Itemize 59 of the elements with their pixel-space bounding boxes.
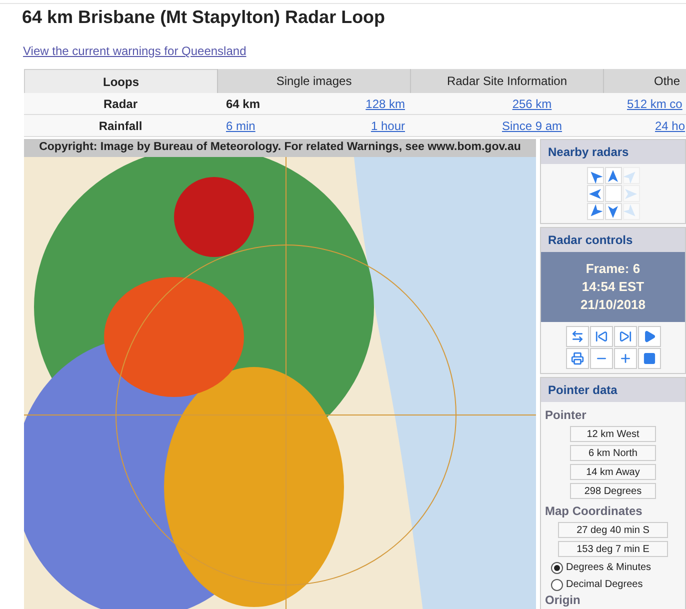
play-icon bbox=[642, 330, 656, 343]
skip-forward-icon bbox=[618, 330, 632, 343]
page-title: 64 km Brisbane (Mt Stapylton) Radar Loop bbox=[22, 6, 386, 28]
frame-number: Frame: 6 bbox=[584, 260, 642, 278]
radar-direction-button[interactable] bbox=[604, 203, 622, 220]
plus-icon bbox=[618, 352, 632, 365]
tab[interactable]: Single images bbox=[217, 69, 410, 93]
arrow-icon bbox=[607, 170, 619, 182]
control-button[interactable] bbox=[638, 348, 660, 369]
readout-field: 153 deg 7 min E bbox=[558, 541, 668, 557]
stop-icon bbox=[642, 352, 656, 365]
readout-field: 12 km West bbox=[570, 426, 656, 442]
arrow-icon bbox=[607, 206, 619, 218]
option-link[interactable]: 6 min bbox=[226, 116, 256, 134]
tab[interactable]: Loops bbox=[24, 69, 217, 93]
warnings-link[interactable]: View the current warnings for Queensland bbox=[23, 42, 246, 60]
section-heading: Pointer bbox=[544, 407, 588, 424]
control-button[interactable] bbox=[638, 326, 660, 347]
option-link[interactable]: Since 9 am bbox=[502, 116, 562, 134]
panel-header: Nearby radars bbox=[541, 140, 685, 164]
radio-label: Decimal Degrees bbox=[566, 578, 643, 592]
frame-date: 21/10/2018 bbox=[579, 296, 647, 314]
radio-button[interactable] bbox=[551, 578, 563, 590]
tab[interactable]: Radar Site Information bbox=[410, 69, 603, 93]
radar-direction-button[interactable] bbox=[586, 167, 604, 184]
option-link[interactable]: 256 km bbox=[512, 94, 552, 112]
readout-field: 298 Degrees bbox=[570, 483, 656, 499]
frame-time: 14:54 EST bbox=[580, 278, 646, 296]
readout-field: 14 km Away bbox=[570, 464, 656, 480]
control-button[interactable] bbox=[566, 348, 588, 369]
radar-direction-button[interactable] bbox=[586, 185, 604, 202]
printer-icon bbox=[570, 352, 584, 365]
option-link[interactable]: 128 km bbox=[366, 94, 405, 112]
arrow-icon bbox=[625, 188, 637, 200]
section-heading: Map Coordinates bbox=[544, 503, 644, 520]
readout-field: 6 km North bbox=[570, 445, 656, 461]
radar-direction-button[interactable] bbox=[586, 203, 604, 220]
option-link[interactable]: 24 ho bbox=[655, 116, 686, 134]
radio-label: Degrees & Minutes bbox=[566, 561, 652, 575]
row-label: Rainfall bbox=[98, 118, 144, 134]
readout-field: 27 deg 40 min S bbox=[558, 522, 668, 538]
arrow-icon bbox=[589, 188, 601, 200]
radio-button[interactable] bbox=[551, 562, 563, 574]
option-link[interactable]: 1 hour bbox=[370, 116, 405, 134]
control-button[interactable] bbox=[590, 326, 612, 347]
section-heading: Origin bbox=[544, 593, 582, 607]
swap-arrows-icon bbox=[570, 330, 584, 343]
radar-direction-button[interactable] bbox=[604, 167, 622, 184]
current-option: 64 km bbox=[226, 94, 260, 112]
panel-header: Radar controls bbox=[541, 228, 685, 252]
control-button[interactable] bbox=[566, 326, 588, 347]
control-button[interactable] bbox=[614, 326, 636, 347]
tab[interactable]: Othe bbox=[603, 69, 686, 93]
option-link[interactable]: 512 km co bbox=[627, 94, 682, 112]
copyright-bar: Copyright: Image by Bureau of Meteorology. For related Warnings, see www.bom.gov.au bbox=[24, 139, 536, 157]
panel-header: Pointer data bbox=[541, 378, 685, 402]
row-label: Radar bbox=[102, 96, 138, 112]
control-button[interactable] bbox=[614, 348, 636, 369]
skip-back-icon bbox=[594, 330, 608, 343]
